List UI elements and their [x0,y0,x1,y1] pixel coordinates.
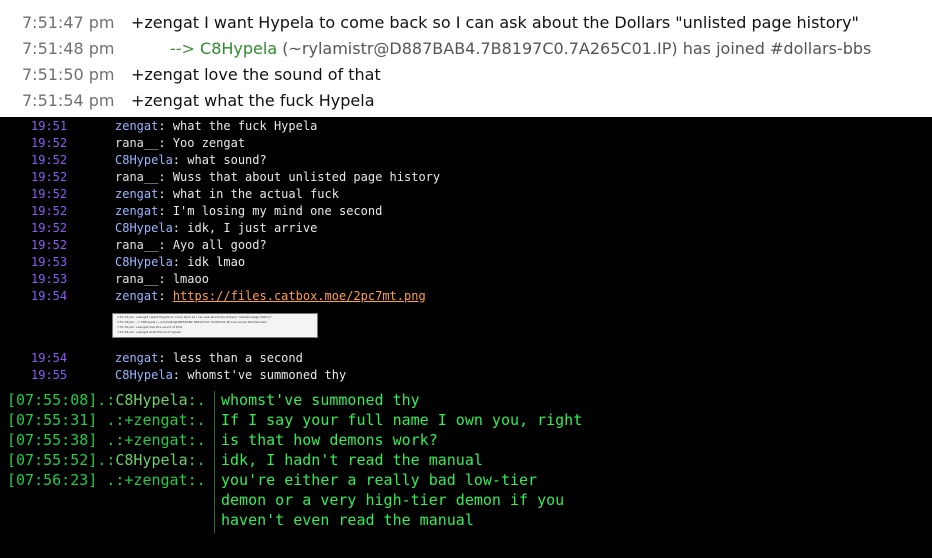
message-text: Wuss that about unlisted page history [172,170,441,184]
nick[interactable]: zengat [115,289,158,303]
terminal-chat-panel: [07:55:08].:C8Hypela:. whomst've summone… [0,387,932,558]
nick[interactable]: zengat [115,119,158,133]
thumb-line: 7:51:54 pm +zengat what the fuck Hypela [117,330,181,334]
join-message: --> C8Hypela (~rylamistr@D887BAB4.7B8197… [170,36,871,62]
join-text: (~rylamistr@D887BAB4.7B8197C0.7A265C01.I… [282,39,872,58]
timestamp: 19:53 [31,255,68,269]
prefix-end: :. [187,451,206,469]
message-text: what the fuck Hypela [172,119,318,133]
message-text: whomst've summoned thy [187,368,347,382]
nick[interactable]: C8Hypela [115,368,173,382]
nick[interactable]: rana__ [115,238,158,252]
prefix-end: :. [187,431,206,449]
line-prefix: [07:55:08].:C8Hypela:. [7,390,206,410]
timestamp: 19:52 [31,204,68,218]
message: zengat: https://files.catbox.moe/2pc7mt.… [115,289,426,303]
message: rana__: Yoo zengat [115,136,246,150]
timestamp: 19:52 [31,238,68,252]
message-text: demon or a very high-tier demon if you [221,491,565,509]
message-text: Yoo zengat [172,136,246,150]
nick[interactable]: +zengat [124,411,187,429]
timestamp: 19:54 [31,289,68,303]
image-preview-thumbnail[interactable]: 7:51:47 pm +zengat I want Hypela to come… [112,313,318,338]
message-text: If I say your full name I own you, right [221,411,583,429]
timestamp: 7:51:50 pm [22,65,115,84]
timestamp: [07:55:52].: [7,451,116,469]
message-text: +zengat I want Hypela to come back so I … [131,13,859,32]
timestamp: [07:55:08].: [7,391,116,409]
dark-chat-panel: 19:51 zengat: what the fuck Hypela 19:52… [0,117,932,387]
timestamp: 19:52 [31,187,68,201]
nick-c8hypela[interactable]: C8Hypela [200,39,277,58]
message-text: what sound? [187,153,267,167]
message-text: idk lmao [187,255,246,269]
message: rana__: lmaoo [115,272,209,286]
message-text: less than a second [172,351,303,365]
message: C8Hypela: whomst've summoned thy [115,368,347,382]
message: rana__: Wuss that about unlisted page hi… [115,170,441,184]
timestamp: 19:52 [31,170,68,184]
nick[interactable]: +zengat [124,471,187,489]
timestamp: 19:51 [31,119,68,133]
message-text: idk, I hadn't read the manual [221,451,483,469]
message: rana__: Ayo all good? [115,238,267,252]
timestamp: 19:52 [31,221,68,235]
timestamp: 19:52 [31,136,68,150]
nick[interactable]: C8Hypela [115,391,187,409]
nick[interactable]: rana__ [115,272,158,286]
message-text: I'm losing my mind one second [172,204,383,218]
message: zengat: less than a second [115,351,303,365]
nick[interactable]: zengat [115,204,158,218]
nick[interactable]: zengat [115,187,158,201]
timestamp: [07:55:38] .: [7,431,125,449]
message-text: is that how demons work? [221,431,438,449]
column-divider [214,391,215,533]
line-prefix: [07:55:31] .:+zengat:. [7,410,206,430]
message-text: +zengat what the fuck Hypela [131,91,375,110]
line-prefix: [07:56:23] .:+zengat:. [7,470,206,490]
timestamp: 19:55 [31,368,68,382]
timestamp: 7:51:48 pm [22,39,115,58]
line-prefix: [07:55:52].:C8Hypela:. [7,450,206,470]
timestamp: 7:51:54 pm [22,91,115,110]
message-text: idk, I just arrive [187,221,318,235]
nick[interactable]: zengat [115,351,158,365]
timestamp: 19:52 [31,153,68,167]
message-text: you're either a really bad low-tier [221,471,538,489]
timestamp: 7:51:47 pm [22,13,115,32]
message: zengat: what the fuck Hypela [115,119,318,133]
nick[interactable]: C8Hypela [115,255,173,269]
nick[interactable]: rana__ [115,136,158,150]
image-link[interactable]: https://files.catbox.moe/2pc7mt.png [173,289,426,303]
message: C8Hypela: idk, I just arrive [115,221,318,235]
prefix-end: :. [187,411,206,429]
message: C8Hypela: what sound? [115,153,267,167]
prefix-end: :. [187,471,206,489]
timestamp: [07:55:31] .: [7,411,125,429]
timestamp: 19:54 [31,351,68,365]
timestamp: [07:56:23] .: [7,471,125,489]
message-text: what in the actual fuck [172,187,339,201]
message: zengat: what in the actual fuck [115,187,339,201]
timestamp: 19:53 [31,272,68,286]
message-text: Ayo all good? [172,238,267,252]
message: C8Hypela: idk lmao [115,255,246,269]
message: zengat: I'm losing my mind one second [115,204,383,218]
message-text: lmaoo [172,272,209,286]
nick[interactable]: C8Hypela [115,221,173,235]
nick[interactable]: C8Hypela [115,451,187,469]
join-arrow: --> [170,39,195,58]
message-text: +zengat love the sound of that [131,65,381,84]
prefix-end: :. [187,391,206,409]
line-prefix: [07:55:38] .:+zengat:. [7,430,206,450]
join-line: 7:51:48 pm --> C8Hypela (~rylamistr@D887… [0,36,932,62]
light-chat-panel: 7:51:47 pm +zengat I want Hypela to come… [0,0,932,117]
nick[interactable]: C8Hypela [115,153,173,167]
message-text: haven't even read the manual [221,511,474,529]
nick[interactable]: +zengat [124,431,187,449]
nick[interactable]: rana__ [115,170,158,184]
message-text: whomst've summoned thy [221,391,420,409]
